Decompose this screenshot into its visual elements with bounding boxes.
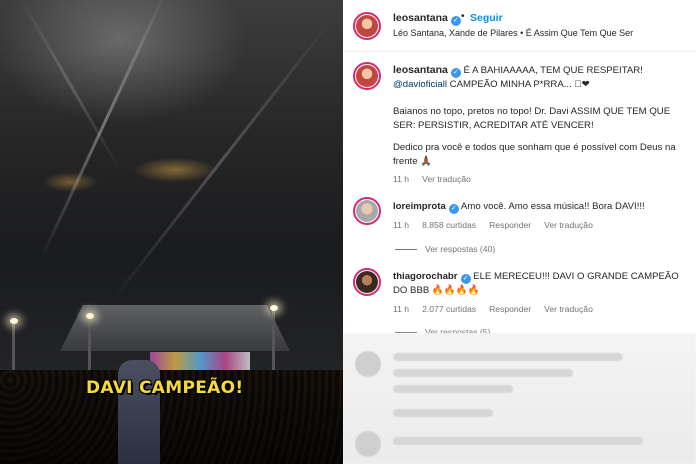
reply-button[interactable]: Responder: [489, 220, 531, 230]
street-lamp: [10, 318, 18, 324]
audio-track[interactable]: Léo Santana, Xande de Pilares • É Assim …: [393, 28, 633, 38]
verified-badge-icon: ✓: [448, 204, 459, 214]
blurred-avatar: [355, 351, 381, 377]
street-lamp: [270, 305, 278, 311]
replies-divider: [395, 249, 417, 251]
view-replies-label[interactable]: Ver respostas (40): [425, 244, 495, 254]
blurred-avatar: [355, 431, 381, 457]
blurred-text: [393, 437, 643, 445]
comment-meta: 11 h 8.858 curtidas Responder Ver tradução: [393, 220, 606, 230]
caption-paragraph-2: Baianos no topo, pretos no topo! Dr. Dav…: [393, 106, 671, 131]
video-caption: DAVI CAMPEÃO!: [86, 378, 244, 398]
verified-badge-icon: ✓: [450, 16, 461, 26]
caption-meta: 11 h Ver tradução: [393, 174, 484, 184]
stage-lights: [150, 352, 250, 372]
light-pole: [272, 308, 275, 378]
follow-button[interactable]: Seguir: [470, 12, 503, 24]
comment-avatar[interactable]: [353, 197, 381, 225]
stage-truss: [60, 305, 290, 351]
comment-likes[interactable]: 2.077 curtidas: [422, 304, 476, 314]
see-translation-button[interactable]: Ver tradução: [544, 220, 593, 230]
comments-panel: leosantana ✓ • Seguir Léo Santana, Xande …: [343, 0, 696, 464]
comment-username[interactable]: thiagorochabr: [393, 271, 458, 282]
caption-avatar[interactable]: [353, 62, 381, 90]
verified-badge-icon: ✓: [450, 68, 461, 78]
blurred-text: [393, 385, 513, 393]
comment-username[interactable]: loreimprota: [393, 201, 446, 212]
separator-dot: •: [461, 11, 465, 22]
mention-link[interactable]: @davioficiall: [393, 79, 447, 90]
comment-avatar[interactable]: [353, 268, 381, 296]
verified-badge-icon: ✓: [460, 274, 471, 284]
light-beam: [20, 0, 123, 174]
caption-line1: É A BAHIAAAAA, TEM QUE RESPEITAR!: [463, 65, 643, 76]
performer: [118, 360, 160, 464]
light-beam: [108, 19, 333, 305]
comment-meta: 11 h 2.077 curtidas Responder Ver tradução: [393, 304, 606, 314]
light-beam: [38, 0, 168, 263]
see-translation-button[interactable]: Ver tradução: [544, 304, 593, 314]
author-username-text[interactable]: leosantana: [393, 12, 448, 24]
comment-time: 11 h: [393, 304, 410, 314]
caption-line2: CAMPEÃO MINHA P*RRA... 🏾❤: [447, 79, 590, 90]
light-pole: [88, 315, 91, 375]
caption-username[interactable]: leosantana: [393, 64, 448, 76]
post-media[interactable]: DAVI CAMPEÃO!: [0, 0, 343, 464]
blurred-text: [393, 409, 493, 417]
see-translation-button[interactable]: Ver tradução: [422, 174, 471, 184]
caption-text: leosantana ✓ É A BAHIAAAAA, TEM QUE RESPE…: [393, 64, 685, 92]
view-replies-button[interactable]: Ver respostas (40): [395, 244, 495, 254]
blurred-comments-overlay: [343, 333, 696, 464]
caption-paragraph-3: Dedico pra você e todos que sonham que é…: [393, 142, 676, 167]
comment-text: thiagorochabr ✓ ELE MERECEU!!! DAVI O GRA…: [393, 270, 685, 298]
street-lamp: [86, 313, 94, 319]
comment-text: loreimprota ✓ Amo você. Amo essa música!!…: [393, 200, 683, 214]
blurred-text: [393, 353, 623, 361]
blurred-text: [393, 369, 573, 377]
comment-body: Amo você. Amo essa música!! Bora DAVI!!!: [460, 201, 645, 212]
comment-likes[interactable]: 8.858 curtidas: [422, 220, 476, 230]
author-username[interactable]: leosantana ✓: [393, 12, 461, 26]
author-avatar[interactable]: [353, 12, 381, 40]
caption-time: 11 h: [393, 174, 410, 184]
post-header: leosantana ✓ • Seguir Léo Santana, Xande …: [343, 0, 696, 52]
comment-time: 11 h: [393, 220, 410, 230]
reply-button[interactable]: Responder: [489, 304, 531, 314]
